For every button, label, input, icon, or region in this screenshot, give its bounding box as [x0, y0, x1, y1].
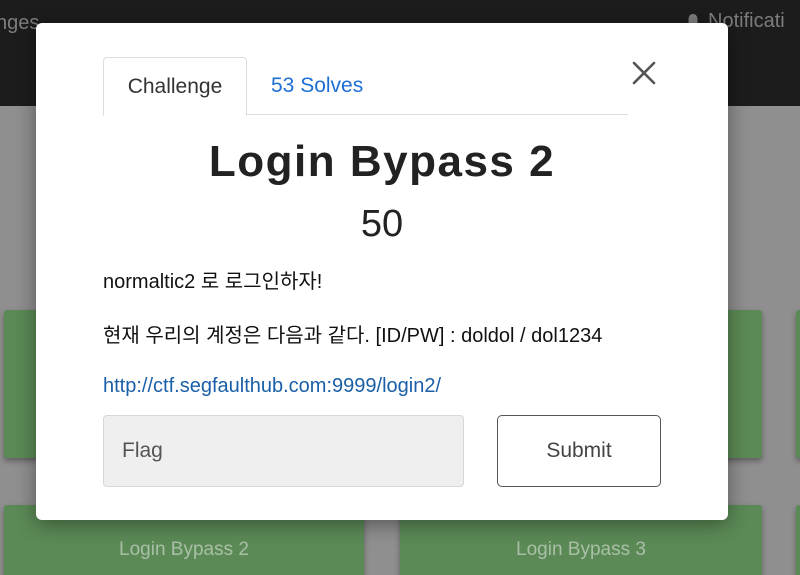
tab-solves[interactable]: 53 Solves: [249, 57, 385, 115]
challenge-card[interactable]: [796, 310, 800, 458]
flag-input[interactable]: [103, 415, 464, 487]
close-icon: [632, 61, 656, 85]
challenge-description-line: normaltic2 로 로그인하자!: [103, 271, 323, 293]
challenge-card-label: Login Bypass 3: [516, 539, 646, 560]
submit-button[interactable]: Submit: [497, 415, 661, 487]
challenge-value: 50: [360, 203, 404, 245]
challenge-modal: Challenge 53 Solves Login Bypass 2 50 no…: [36, 23, 728, 520]
challenge-title: Login Bypass 2: [208, 137, 556, 186]
tab-challenge[interactable]: Challenge: [103, 57, 247, 116]
challenge-card-label: Login Bypass 2: [119, 539, 249, 560]
modal-tabs: Challenge 53 Solves: [103, 57, 628, 116]
nav-challenges-link[interactable]: nges: [0, 12, 39, 35]
close-button[interactable]: [630, 59, 658, 87]
challenge-card[interactable]: [796, 505, 800, 575]
challenge-description-line: 현재 우리의 계정은 다음과 같다. [ID/PW] : doldol / do…: [103, 325, 603, 347]
challenge-url-link[interactable]: http://ctf.segfaulthub.com:9999/login2/: [103, 375, 441, 398]
